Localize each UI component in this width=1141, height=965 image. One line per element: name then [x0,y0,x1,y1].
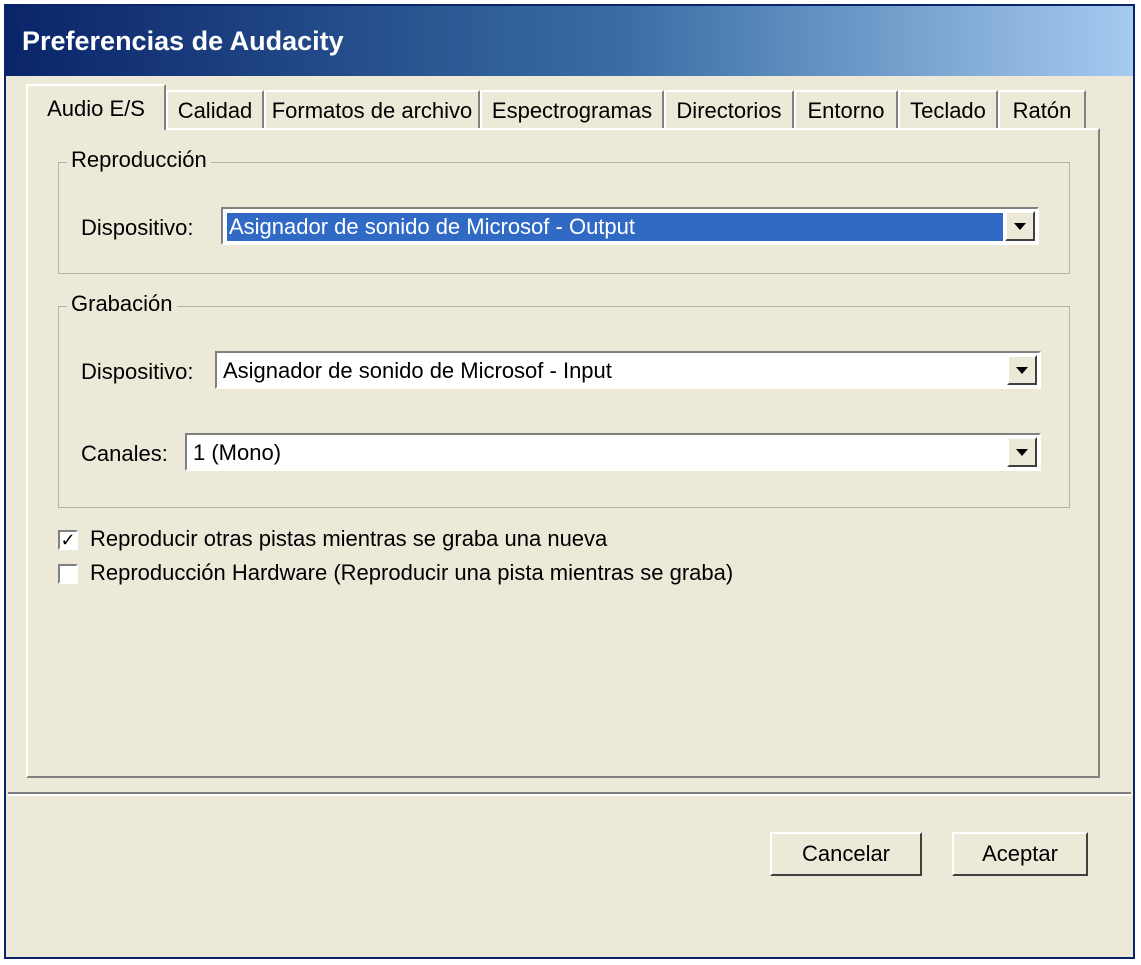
title-bar[interactable]: Preferencias de Audacity [6,6,1133,76]
chevron-down-icon[interactable] [1007,355,1037,385]
tab-panel-audio-io: Reproducción Dispositivo: Asignador de s… [26,128,1100,778]
hardware-playthrough-checkbox[interactable] [58,564,78,584]
divider [8,792,1131,796]
preferences-dialog: Preferencias de Audacity Audio E/S Calid… [4,4,1135,959]
recording-device-label: Dispositivo: [81,359,194,384]
playback-device-select[interactable]: Asignador de sonido de Microsof - Output [221,207,1039,245]
chevron-down-icon[interactable] [1007,437,1037,467]
recording-device-value: Asignador de sonido de Microsof - Input [223,358,612,383]
chevron-down-icon[interactable] [1005,211,1035,241]
playback-group: Reproducción Dispositivo: Asignador de s… [58,147,1070,274]
playback-device-label: Dispositivo: [81,215,194,240]
hardware-playthrough-label[interactable]: Reproducción Hardware (Reproducir una pi… [90,560,733,586]
tab-keyboard[interactable]: Teclado [898,90,998,128]
tab-quality[interactable]: Calidad [166,90,264,128]
play-other-tracks-checkbox[interactable]: ✓ [58,530,78,550]
tab-spectrograms[interactable]: Espectrogramas [480,90,664,128]
tab-audio-io[interactable]: Audio E/S [26,84,166,130]
tab-directories[interactable]: Directorios [664,90,794,128]
window-title: Preferencias de Audacity [22,26,344,56]
play-other-tracks-label[interactable]: Reproducir otras pistas mientras se grab… [90,526,607,552]
playback-group-label: Reproducción [67,147,211,173]
recording-group-label: Grabación [67,291,177,317]
channels-value: 1 (Mono) [193,440,282,465]
channels-select[interactable]: 1 (Mono) [185,433,1041,471]
ok-button[interactable]: Aceptar [952,832,1088,876]
recording-group: Grabación Dispositivo: Asignador de soni… [58,291,1070,508]
channels-label: Canales: [81,441,168,466]
tab-mouse[interactable]: Ratón [998,90,1086,128]
checkmark-icon: ✓ [60,530,76,550]
playback-device-value: Asignador de sonido de Microsof - Output [227,213,1003,241]
tab-environment[interactable]: Entorno [794,90,898,128]
tab-file-formats[interactable]: Formatos de archivo [264,90,480,128]
recording-device-select[interactable]: Asignador de sonido de Microsof - Input [215,351,1041,389]
cancel-button[interactable]: Cancelar [770,832,922,876]
